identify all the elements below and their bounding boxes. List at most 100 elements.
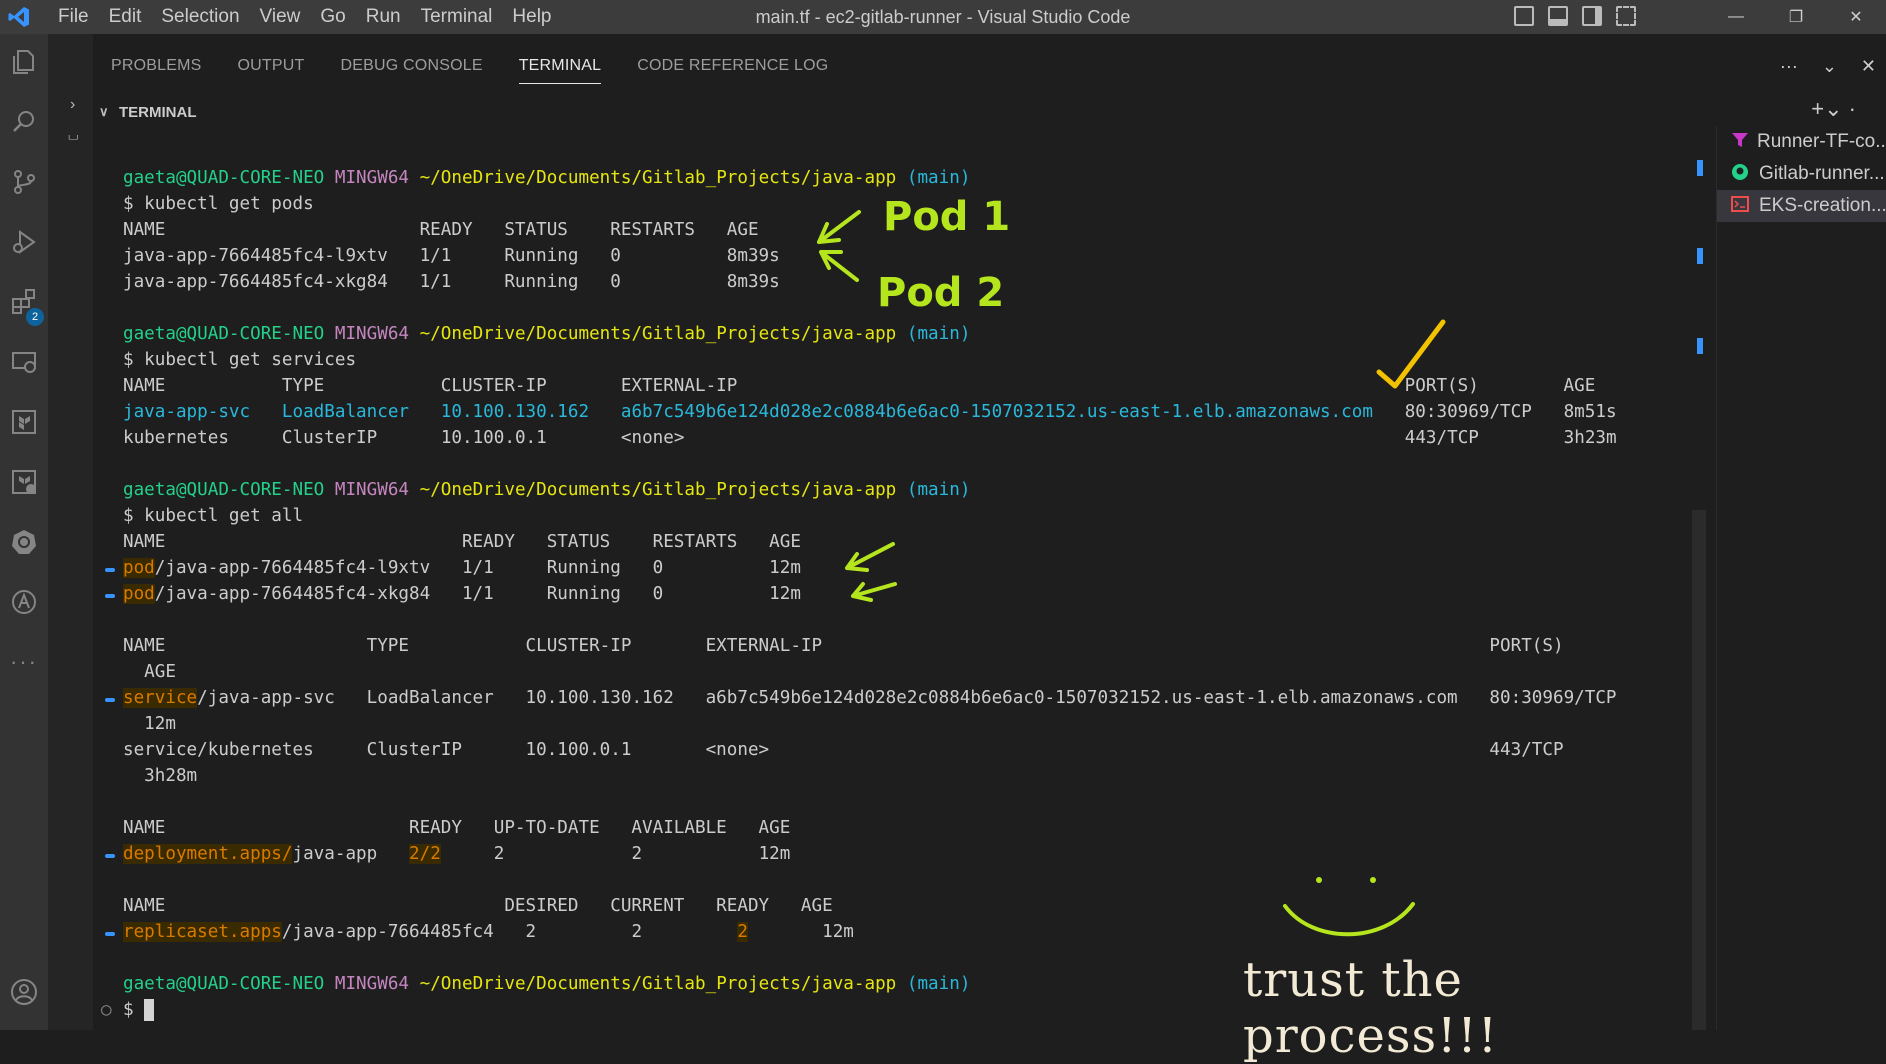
remote-explorer-icon[interactable] — [0, 338, 48, 386]
link-marker-icon — [105, 854, 115, 858]
tab-problems[interactable]: PROBLEMS — [93, 34, 220, 98]
table-row: deployment.apps/java-app 2/2 2 2 12m — [123, 844, 791, 864]
menu-file[interactable]: File — [48, 0, 99, 34]
pod-arrows-annotation-2 — [845, 542, 897, 602]
extensions-icon[interactable]: 2 — [0, 278, 48, 326]
source-control-icon[interactable] — [0, 158, 48, 206]
menu-help[interactable]: Help — [502, 0, 561, 34]
scroll-marker — [1697, 160, 1703, 176]
plug-icon: ⏘ — [68, 128, 79, 145]
more-icon[interactable]: ··· — [0, 638, 48, 686]
menu-edit[interactable]: Edit — [99, 0, 152, 34]
menu-selection[interactable]: Selection — [151, 0, 249, 34]
table-row: pod/java-app-7664485fc4-l9xtv 1/1 Runnin… — [123, 558, 801, 578]
cursor — [144, 999, 155, 1021]
new-terminal-icon[interactable]: +⌄ · — [1811, 96, 1856, 122]
smiley-annotation — [1283, 877, 1415, 937]
table-row: kubernetes ClusterIP 10.100.0.1 <none> 4… — [123, 428, 1617, 448]
terraform-cloud-icon[interactable] — [0, 458, 48, 506]
prompt-line: gaeta@QUAD-CORE-NEO MINGW64 ~/OneDrive/D… — [123, 168, 971, 188]
extensions-badge: 2 — [26, 308, 44, 326]
tab-output[interactable]: OUTPUT — [220, 34, 323, 98]
input-line[interactable]: $ — [123, 997, 155, 1023]
table-header: NAME READY STATUS RESTARTS AGE — [123, 532, 801, 552]
chevron-down-icon[interactable]: ⌄ — [1822, 56, 1837, 77]
table-row: service/kubernetes ClusterIP 10.100.0.1 … — [123, 740, 1564, 760]
chevron-down-icon: ∨ — [99, 104, 109, 119]
table-header: NAME DESIRED CURRENT READY AGE — [123, 896, 833, 916]
close-icon[interactable]: ✕ — [1826, 0, 1886, 34]
restore-icon[interactable]: ❐ — [1766, 0, 1826, 34]
table-header: NAME TYPE CLUSTER-IP EXTERNAL-IP PORT(S) — [123, 636, 1564, 656]
link-marker-icon — [105, 594, 115, 598]
table-row: 3h28m — [123, 766, 198, 786]
link-marker-icon — [105, 932, 115, 936]
command-line: $ kubectl get all — [123, 506, 304, 526]
menu-go[interactable]: Go — [310, 0, 355, 34]
table-row: service/java-app-svc LoadBalancer 10.100… — [123, 688, 1617, 708]
terminal-icon — [1731, 195, 1751, 218]
terminal-output[interactable]: gaeta@QUAD-CORE-NEO MINGW64 ~/OneDrive/D… — [93, 126, 1700, 1064]
more-actions-icon[interactable]: ··· — [1780, 56, 1798, 77]
terminal-tab-gitlab-runner[interactable]: Gitlab-runner... — [1717, 158, 1886, 190]
customize-layout-icon[interactable] — [1616, 6, 1636, 26]
command-line: $ kubectl get services — [123, 350, 357, 370]
checkmark-icon — [1376, 319, 1446, 389]
terminal-section-header[interactable]: ∨ TERMINAL — [93, 98, 1886, 126]
toggle-panel-icon[interactable] — [1548, 6, 1568, 26]
scroll-marker — [1697, 248, 1703, 264]
menu-run[interactable]: Run — [356, 0, 411, 34]
table-header: AGE — [123, 662, 176, 682]
table-header: NAME READY UP-TO-DATE AVAILABLE AGE — [123, 818, 791, 838]
command-line: $ kubectl get pods — [123, 194, 314, 214]
close-panel-icon[interactable]: ✕ — [1861, 56, 1876, 77]
menu-terminal[interactable]: Terminal — [411, 0, 503, 34]
tab-debug-console[interactable]: DEBUG CONSOLE — [323, 34, 501, 98]
account-icon[interactable] — [0, 968, 48, 1016]
sidebar-collapsed — [48, 34, 93, 1030]
run-debug-icon[interactable] — [0, 218, 48, 266]
prompt-line: gaeta@QUAD-CORE-NEO MINGW64 ~/OneDrive/D… — [123, 974, 971, 994]
tab-terminal[interactable]: TERMINAL — [501, 34, 620, 98]
table-row: 12m — [123, 714, 176, 734]
table-header: NAME READY STATUS RESTARTS AGE — [123, 220, 759, 240]
chevron-right-icon[interactable]: › — [70, 96, 75, 114]
window-controls: — ❐ ✕ — [1706, 0, 1886, 34]
table-row: java-app-svc LoadBalancer 10.100.130.162… — [123, 402, 1617, 422]
activity-bar: 2 ··· — [0, 34, 48, 1030]
aws-toolkit-icon[interactable] — [0, 578, 48, 626]
kubernetes-icon[interactable] — [0, 518, 48, 566]
slogan-annotation: trust the process!!! — [1243, 952, 1498, 1064]
panel-tabs: PROBLEMS OUTPUT DEBUG CONSOLE TERMINAL C… — [93, 34, 1886, 98]
menu-view[interactable]: View — [250, 0, 311, 34]
scrollbar-thumb[interactable] — [1692, 510, 1706, 1030]
panel-actions: ··· ⌄ ✕ — [1780, 34, 1876, 98]
github-icon — [1731, 163, 1751, 186]
prompt-line: gaeta@QUAD-CORE-NEO MINGW64 ~/OneDrive/D… — [123, 480, 971, 500]
terminal-tab-runner-tf[interactable]: Runner-TF-co... — [1717, 126, 1886, 158]
table-row: java-app-7664485fc4-xkg84 1/1 Running 0 … — [123, 272, 780, 292]
minimize-icon[interactable]: — — [1706, 0, 1766, 34]
terminal-section-title: TERMINAL — [119, 103, 197, 121]
tab-code-reference-log[interactable]: CODE REFERENCE LOG — [619, 34, 846, 98]
toggle-secondary-sidebar-icon[interactable] — [1582, 6, 1602, 26]
table-row: replicaset.apps/java-app-7664485fc4 2 2 … — [123, 922, 854, 942]
pod1-annotation: Pod 1 — [883, 194, 1011, 240]
search-icon[interactable] — [0, 98, 48, 146]
terminal-tabs-list: Runner-TF-co... Gitlab-runner... EKS-cre… — [1716, 126, 1886, 1030]
table-row: java-app-7664485fc4-l9xtv 1/1 Running 0 … — [123, 246, 780, 266]
explorer-icon[interactable] — [0, 38, 48, 86]
table-row: pod/java-app-7664485fc4-xkg84 1/1 Runnin… — [123, 584, 801, 604]
terraform-icon[interactable] — [0, 398, 48, 446]
title-bar: File Edit Selection View Go Run Terminal… — [0, 0, 1886, 34]
filter-icon — [1731, 131, 1749, 154]
menu-bar: File Edit Selection View Go Run Terminal… — [48, 0, 562, 34]
link-marker-icon — [105, 698, 115, 702]
layout-controls — [1514, 6, 1636, 26]
prompt-circle-icon: ○ — [101, 1000, 112, 1020]
toggle-primary-sidebar-icon[interactable] — [1514, 6, 1534, 26]
pod2-annotation: Pod 2 — [877, 270, 1005, 316]
scroll-marker — [1697, 338, 1703, 354]
terminal-tab-eks-creation[interactable]: EKS-creation... — [1717, 190, 1886, 222]
vscode-logo-icon — [4, 2, 34, 32]
